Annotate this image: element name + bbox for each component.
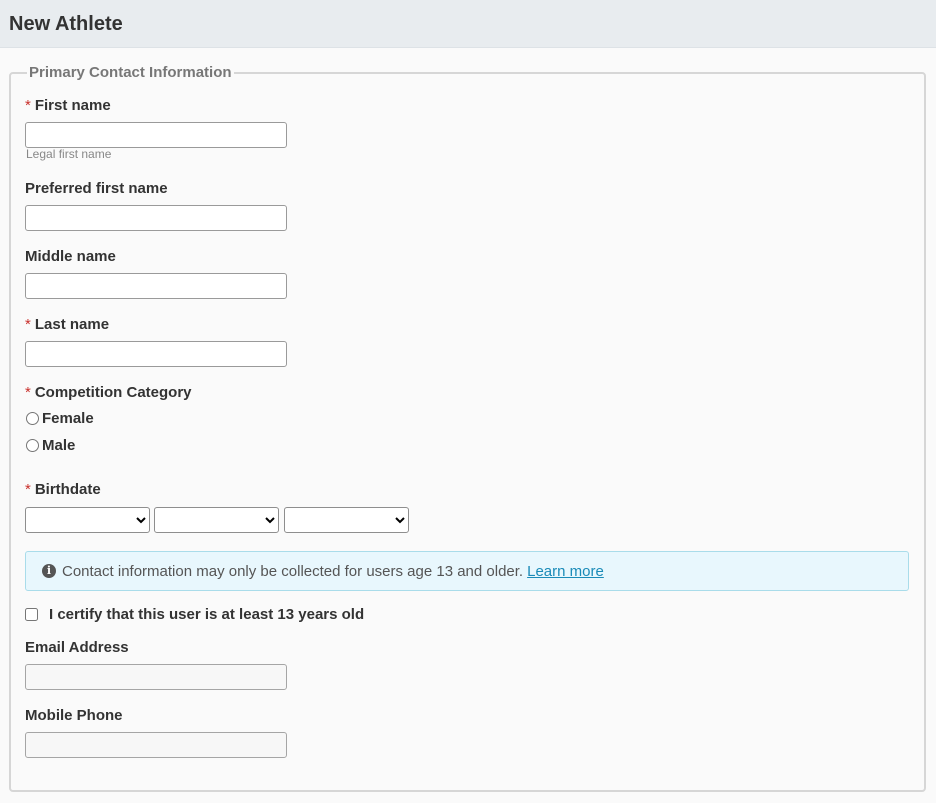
last-name-label: * Last name — [25, 316, 110, 333]
male-radio[interactable] — [26, 439, 39, 452]
age-certify-checkbox[interactable] — [25, 608, 38, 621]
first-name-input[interactable] — [25, 122, 287, 148]
first-name-hint: Legal first name — [26, 147, 112, 161]
middle-name-label: Middle name — [25, 248, 116, 265]
middle-name-input[interactable] — [25, 273, 287, 299]
age-info-text: Contact information may only be collecte… — [62, 562, 524, 580]
required-marker: * — [25, 481, 31, 498]
birth-day-select[interactable] — [154, 507, 279, 533]
first-name-label: * First name — [25, 97, 111, 114]
learn-more-link[interactable]: Learn more — [527, 563, 604, 580]
preferred-first-name-input[interactable] — [25, 205, 287, 231]
female-radio[interactable] — [26, 412, 39, 425]
email-label: Email Address — [25, 639, 129, 656]
birth-year-select[interactable] — [284, 507, 409, 533]
page-header: New Athlete — [0, 0, 936, 48]
required-marker: * — [25, 97, 31, 114]
email-input[interactable] — [25, 664, 287, 690]
section-legend: Primary Contact Information — [29, 64, 232, 81]
mobile-phone-label: Mobile Phone — [25, 707, 123, 724]
required-marker: * — [25, 316, 31, 333]
preferred-first-name-label: Preferred first name — [25, 180, 168, 197]
page-title: New Athlete — [9, 13, 123, 35]
competition-category-label: * Competition Category — [25, 384, 192, 401]
category-option-female[interactable]: Female — [25, 410, 94, 427]
birth-month-select[interactable] — [25, 507, 150, 533]
birthdate-label: * Birthdate — [25, 481, 101, 498]
last-name-input[interactable] — [25, 341, 287, 367]
category-option-male[interactable]: Male — [25, 437, 75, 454]
age-info-alert: i Contact information may only be collec… — [25, 551, 909, 591]
info-circle-icon: i — [42, 564, 56, 578]
mobile-phone-input[interactable] — [25, 732, 287, 758]
required-marker: * — [25, 384, 31, 401]
age-certify-option[interactable]: I certify that this user is at least 13 … — [25, 606, 364, 623]
